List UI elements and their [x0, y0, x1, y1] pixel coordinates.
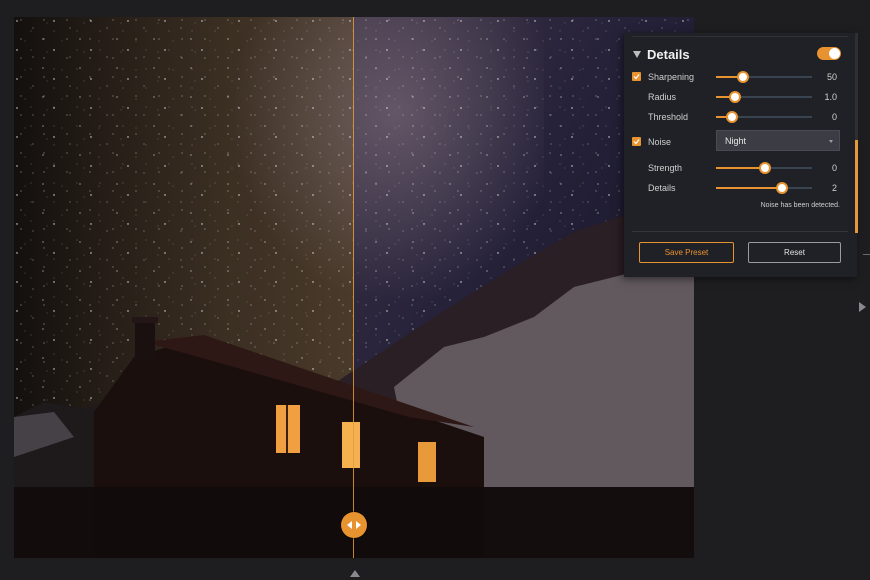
split-arrows-icon [347, 521, 361, 529]
radius-slider[interactable] [716, 91, 812, 103]
sharpening-label: Sharpening [648, 72, 695, 82]
panel-divider [632, 231, 848, 232]
noise-detected-message: Noise has been detected. [760, 202, 840, 209]
photo-canvas [14, 17, 694, 558]
right-edge-divider [863, 254, 870, 255]
before-after-divider[interactable] [353, 17, 354, 558]
threshold-slider[interactable] [716, 111, 812, 123]
threshold-label: Threshold [648, 112, 689, 122]
details-slider[interactable] [716, 182, 812, 194]
noise-preset-value: Night [725, 136, 747, 146]
save-preset-button[interactable]: Save Preset [639, 242, 734, 263]
panel-title: Details [647, 47, 690, 62]
split-handle[interactable] [341, 512, 367, 538]
strength-value: 0 [831, 163, 837, 173]
sharpening-value: 50 [826, 72, 837, 82]
sharpening-checkbox[interactable] [632, 72, 641, 81]
radius-label: Radius [648, 92, 677, 102]
noise-label: Noise [648, 137, 672, 147]
noise-checkbox[interactable] [632, 137, 641, 146]
details-value: 2 [831, 183, 837, 193]
details-label: Details [648, 183, 676, 193]
collapse-triangle-icon[interactable] [633, 51, 641, 58]
threshold-value: 0 [831, 112, 837, 122]
panel-scrollbar-thumb[interactable] [855, 140, 858, 233]
dropdown-caret-icon [829, 140, 833, 143]
noise-preset-select[interactable]: Night [716, 130, 840, 151]
panel-top-divider [632, 36, 848, 37]
strength-slider[interactable] [716, 162, 812, 174]
expand-right-icon[interactable] [859, 302, 866, 312]
night-landscape-image [14, 17, 694, 558]
reset-button[interactable]: Reset [748, 242, 841, 263]
details-toggle[interactable] [817, 47, 841, 60]
check-icon [633, 139, 640, 145]
check-icon [633, 74, 640, 80]
radius-value: 1.0 [824, 92, 837, 102]
expand-bottom-icon[interactable] [350, 570, 360, 577]
details-panel: Details Sharpening 50 Radius 1.0 Thresho… [624, 33, 857, 277]
sharpening-slider[interactable] [716, 71, 812, 83]
strength-label: Strength [648, 163, 683, 173]
